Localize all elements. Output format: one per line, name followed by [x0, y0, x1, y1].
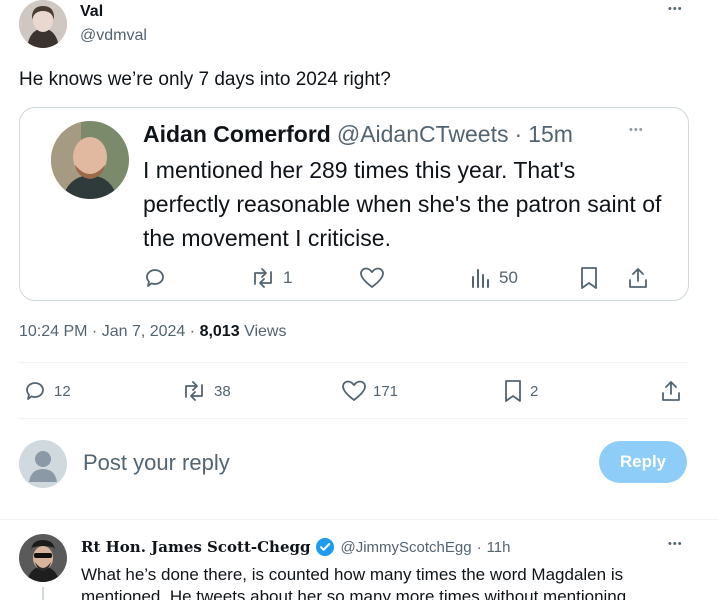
quoted-retweet-button[interactable]: 1 — [249, 266, 292, 290]
share-icon — [659, 379, 683, 403]
reply-text: What he’s done there, is counted how man… — [81, 565, 627, 600]
quoted-retweet-count: 1 — [283, 268, 293, 287]
reply-time-separator: · — [476, 538, 482, 556]
tweet-text: He knows we’re only 7 days into 2024 rig… — [19, 69, 391, 90]
quoted-time-separator: · — [514, 121, 523, 147]
author-handle[interactable]: @vdmval — [80, 27, 147, 45]
quoted-tweet-text: I mentioned her 289 times this year. Tha… — [143, 157, 662, 251]
retweet-icon — [180, 379, 208, 403]
like-count: 171 — [373, 382, 399, 400]
user-avatar — [19, 440, 67, 488]
reply-input[interactable]: Post your reply — [83, 450, 563, 476]
quoted-views-count: 50 — [499, 268, 518, 287]
share-button[interactable] — [659, 379, 683, 403]
quoted-author-avatar[interactable] — [51, 121, 129, 199]
reply-more-options-button[interactable]: ••• — [668, 538, 683, 550]
retweet-icon — [249, 266, 277, 290]
heart-icon — [341, 379, 367, 403]
reply-author-name[interactable]: Rt Hon. James Scott-Chegg — [81, 538, 310, 556]
reply-icon — [144, 266, 168, 290]
retweet-button[interactable]: 38 — [180, 379, 231, 403]
analytics-icon — [469, 266, 493, 290]
quoted-like-button[interactable] — [359, 266, 385, 290]
quoted-author-handle[interactable]: @AidanCTweets — [337, 121, 509, 148]
bookmark-button[interactable]: 2 — [502, 379, 538, 403]
author-name[interactable]: Val — [80, 3, 103, 21]
more-options-button[interactable]: ••• — [668, 3, 683, 15]
reply-count: 12 — [54, 382, 71, 400]
quoted-views-button[interactable]: 50 — [469, 266, 518, 290]
quoted-share-button[interactable] — [626, 266, 650, 290]
bookmark-icon — [502, 379, 524, 403]
tweet-timestamp[interactable]: 10:24 PM · Jan 7, 2024 · — [19, 323, 195, 340]
reply-author-handle[interactable]: @JimmyScotchEgg — [340, 539, 471, 556]
reply-author-avatar[interactable] — [19, 534, 67, 582]
quoted-reply-button[interactable] — [144, 266, 168, 290]
divider — [19, 418, 689, 419]
reply-submit-label: Reply — [619, 452, 667, 471]
reply-button[interactable]: 12 — [24, 379, 71, 403]
quoted-author-name[interactable]: Aidan Comerford — [143, 121, 331, 148]
heart-icon — [359, 266, 385, 290]
retweet-count: 38 — [214, 382, 231, 400]
share-icon — [626, 266, 650, 290]
verified-badge-icon — [315, 537, 335, 557]
reply-timestamp[interactable]: 11h — [487, 539, 511, 556]
reply-icon — [24, 379, 48, 403]
reply-submit-button[interactable]: Reply — [599, 441, 687, 483]
views-label: Views — [244, 323, 287, 340]
quoted-more-options-button[interactable]: ••• — [629, 124, 644, 136]
bookmark-count: 2 — [530, 382, 539, 400]
quoted-timestamp[interactable]: 15m — [528, 121, 573, 148]
views-count: 8,013 — [199, 323, 240, 340]
author-avatar[interactable] — [19, 0, 67, 48]
bookmark-icon — [578, 266, 600, 290]
like-button[interactable]: 171 — [341, 379, 398, 403]
divider — [0, 519, 718, 520]
reply-thread-line — [42, 587, 44, 600]
quoted-bookmark-button[interactable] — [578, 266, 600, 290]
divider — [19, 362, 689, 363]
